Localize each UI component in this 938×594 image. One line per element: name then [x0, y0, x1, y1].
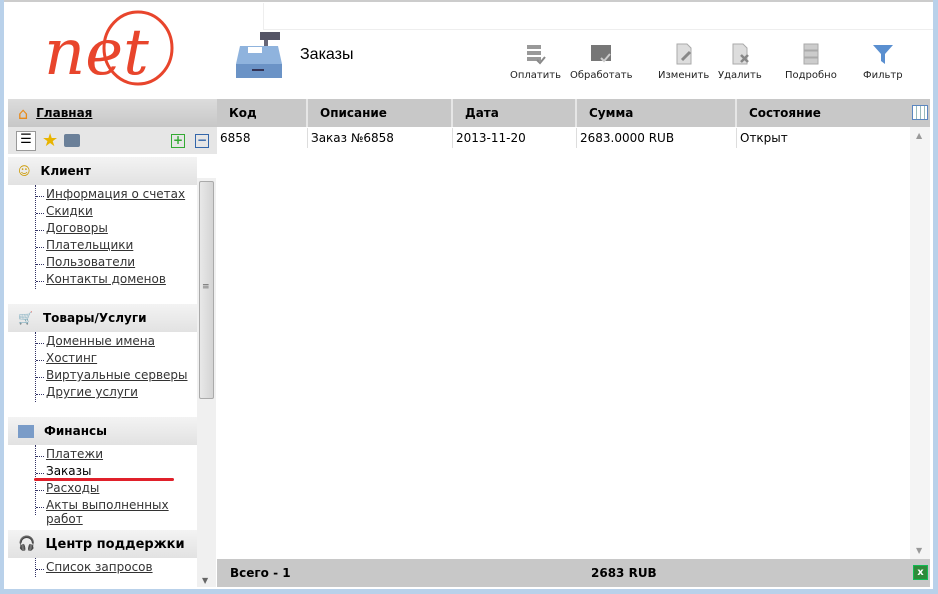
delete-icon — [728, 42, 752, 66]
cash-register-icon — [236, 32, 282, 78]
filter-icon — [871, 42, 895, 66]
cell-date: 2013-11-20 — [453, 128, 577, 148]
menu-item[interactable]: Хостинг — [46, 351, 97, 365]
grid-scrollbar[interactable]: ▲ ▼ — [910, 127, 930, 559]
section-finance: Финансы Платежи Заказы Расходы Акты выпо… — [8, 417, 197, 526]
cash-register-icon — [18, 424, 34, 438]
details-button[interactable]: Подробно — [785, 42, 837, 81]
cell-sum: 2683.0000 RUB — [577, 128, 737, 148]
menu-item[interactable]: Акты выполненных работ — [46, 498, 169, 526]
details-icon — [799, 42, 823, 66]
window-border — [0, 589, 938, 594]
edit-icon — [672, 42, 696, 66]
menu-item[interactable]: Договоры — [46, 221, 108, 235]
net-logo: net — [44, 10, 174, 90]
menu-item[interactable]: Пользователи — [46, 255, 135, 269]
window-border — [933, 0, 938, 594]
section-goods: 🛒 Товары/Услуги Доменные имена Хостинг Ви… — [8, 304, 197, 402]
total-count: Всего - 1 — [230, 566, 291, 580]
expand-all-icon[interactable]: + — [171, 134, 185, 148]
edit-button[interactable]: Изменить — [658, 42, 709, 81]
menu-item[interactable]: Контакты доменов — [46, 272, 166, 286]
cart-icon: 🛒 — [18, 311, 33, 325]
scroll-down-arrow[interactable]: ▼ — [202, 576, 208, 585]
grid-header: Код Описание Дата Сумма Состояние — [217, 99, 930, 127]
home-link[interactable]: Главная — [36, 106, 92, 120]
cell-description: Заказ №6858 — [308, 128, 453, 148]
menu-item[interactable]: Платежи — [46, 447, 103, 461]
orders-grid: Код Описание Дата Сумма Состояние 6858 З… — [217, 99, 930, 587]
page-header: Заказы — [234, 30, 353, 80]
client-icon: ☺ — [18, 164, 31, 178]
sidebar-toolbar: ☰ ★ + − — [8, 127, 217, 155]
delete-button[interactable]: Удалить — [718, 42, 762, 81]
sidebar-scrollbar[interactable]: ≡ ▼ — [197, 178, 216, 587]
column-header-status[interactable]: Состояние — [737, 99, 910, 127]
column-header-date[interactable]: Дата — [453, 99, 577, 127]
scroll-up-arrow[interactable]: ▲ — [916, 131, 922, 140]
scroll-down-arrow[interactable]: ▼ — [916, 546, 922, 555]
top-border — [4, 0, 933, 2]
collapse-all-icon[interactable]: − — [195, 134, 209, 148]
pay-icon — [523, 42, 547, 66]
top-bar — [263, 3, 933, 30]
menu-item[interactable]: Доменные имена — [46, 334, 155, 348]
menu-item-orders[interactable]: Заказы — [46, 464, 92, 478]
menu-item[interactable]: Расходы — [46, 481, 99, 495]
tree-view-icon[interactable]: ☰ — [16, 130, 36, 151]
pay-button[interactable]: Оплатить — [510, 42, 561, 81]
scroll-thumb[interactable]: ≡ — [199, 181, 214, 399]
menu-item[interactable]: Скидки — [46, 204, 93, 218]
sidebar: ⌂ Главная ☰ ★ + − ☺ Клиент Информация о с… — [8, 99, 217, 587]
column-header-sum[interactable]: Сумма — [577, 99, 737, 127]
filter-button[interactable]: Фильтр — [863, 42, 903, 81]
menu-item[interactable]: Другие услуги — [46, 385, 138, 399]
grid-footer: Всего - 1 2683 RUB x — [217, 559, 930, 587]
headset-icon: 🎧 — [18, 536, 36, 552]
cell-status: Открыт — [740, 131, 788, 145]
section-client: ☺ Клиент Информация о счетах Скидки Догов… — [8, 157, 197, 289]
cell-code: 6858 — [217, 128, 308, 148]
favorites-icon[interactable]: ★ — [42, 130, 58, 151]
window-border — [0, 0, 4, 594]
process-button[interactable]: Обработать — [570, 42, 632, 81]
process-icon — [589, 42, 613, 66]
svg-text:net: net — [44, 16, 149, 90]
menu-item[interactable]: Виртуальные серверы — [46, 368, 188, 382]
total-sum: 2683 RUB — [591, 566, 657, 580]
page-title: Заказы — [300, 46, 354, 63]
menu-item[interactable]: Плательщики — [46, 238, 133, 252]
menu-item[interactable]: Список запросов — [46, 560, 153, 574]
briefcase-icon[interactable] — [64, 134, 81, 147]
column-header-description[interactable]: Описание — [308, 99, 453, 127]
table-row[interactable]: 6858 Заказ №6858 2013-11-20 2683.0000 RU… — [217, 128, 910, 148]
column-header-code[interactable]: Код — [217, 99, 308, 127]
export-excel-icon[interactable]: x — [913, 565, 928, 580]
home-icon: ⌂ — [18, 103, 29, 123]
section-support: 🎧 Центр поддержки Список запросов — [8, 530, 197, 577]
menu-item[interactable]: Информация о счетах — [46, 187, 185, 201]
column-settings-icon[interactable] — [912, 105, 928, 120]
home-header: ⌂ Главная — [8, 99, 217, 127]
